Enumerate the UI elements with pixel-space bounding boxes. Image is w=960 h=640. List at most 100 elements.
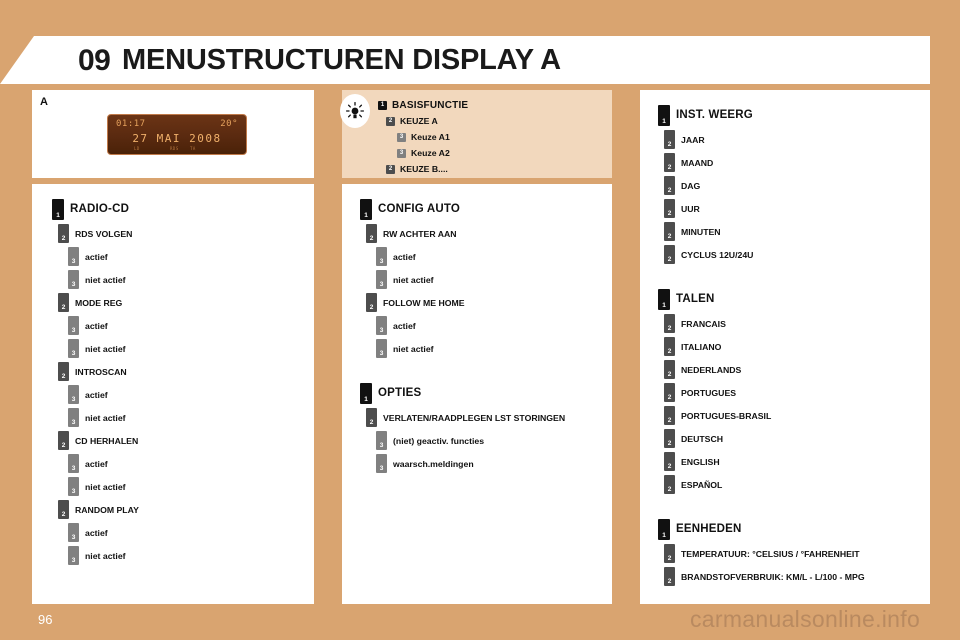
menu-section-talen[interactable]: 1 TALEN <box>648 286 938 312</box>
menu-item-label: ENGLISH <box>681 456 720 467</box>
menu-item-label: waarsch.meldingen <box>393 458 474 469</box>
menu-item[interactable]: 2 RANDOM PLAY <box>42 498 324 521</box>
menu-item[interactable]: 3 niet actief <box>42 337 324 360</box>
menu-item[interactable]: 3 actief <box>350 245 620 268</box>
menu-item[interactable]: 2 ITALIANO <box>648 335 938 358</box>
menu-item[interactable]: 2 BRANDSTOFVERBRUIK: KM/L - L/100 - MPG <box>648 565 938 588</box>
level-3-badge: 3 <box>68 339 79 358</box>
level-3-badge: 3 <box>376 247 387 266</box>
level-2-badge: 2 <box>664 314 675 333</box>
menu-item[interactable]: 3 niet actief <box>42 268 324 291</box>
menu-item[interactable]: 2 JAAR <box>648 128 938 151</box>
menu-item-label: niet actief <box>393 274 434 285</box>
left-menu-panel: 1 RADIO-CD 2 RDS VOLGEN 3 actief 3 niet actief 2… <box>32 184 314 604</box>
menu-section-radio-cd[interactable]: 1 RADIO-CD <box>42 196 324 222</box>
level-2-badge: 2 <box>58 293 69 312</box>
level-3-badge: 3 <box>68 546 79 565</box>
menu-item[interactable]: 2 FOLLOW ME HOME <box>350 291 620 314</box>
level-3-badge: 3 <box>397 132 406 142</box>
level-3-badge: 3 <box>68 454 79 473</box>
menu-item[interactable]: 3 actief <box>42 314 324 337</box>
menu-item[interactable]: 2 MINUTEN <box>648 220 938 243</box>
menu-item[interactable]: 2 CYCLUS 12U/24U <box>648 243 938 266</box>
menu-item[interactable]: 2 PORTUGUES-BRASIL <box>648 404 938 427</box>
menu-section-eenheden[interactable]: 1 EENHEDEN <box>648 516 938 542</box>
menu-item-label: actief <box>85 251 108 262</box>
menu-item[interactable]: 3 actief <box>42 452 324 475</box>
level-1-badge: 1 <box>658 104 670 126</box>
menu-item[interactable]: 2 CD HERHALEN <box>42 429 324 452</box>
menu-item[interactable]: 3 niet actief <box>42 544 324 567</box>
lcd-indicator-rds: RDS <box>170 146 179 151</box>
menu-item[interactable]: 2 TEMPERATUUR: °CELSIUS / °FAHRENHEIT <box>648 542 938 565</box>
menu-item-label: OPTIES <box>378 387 422 399</box>
menu-item-label: RDS VOLGEN <box>75 228 133 239</box>
middle-menu-tree: 1 CONFIG AUTO 2 RW ACHTER AAN 3 actief 3 niet a… <box>342 184 620 475</box>
menu-item[interactable]: 3 niet actief <box>42 406 324 429</box>
menu-item[interactable]: 2 ESPAÑOL <box>648 473 938 496</box>
menu-item[interactable]: 3 actief <box>350 314 620 337</box>
menu-item-label: niet actief <box>85 274 126 285</box>
menu-item[interactable]: 3 niet actief <box>350 337 620 360</box>
menu-item[interactable]: 2 RDS VOLGEN <box>42 222 324 245</box>
menu-item-label: INTROSCAN <box>75 366 127 377</box>
legend-item[interactable]: 2 KEUZE A <box>378 113 468 129</box>
menu-item[interactable]: 2 INTROSCAN <box>42 360 324 383</box>
menu-item[interactable]: 2 MAAND <box>648 151 938 174</box>
menu-item[interactable]: 3 actief <box>42 383 324 406</box>
menu-item[interactable]: 3 niet actief <box>42 475 324 498</box>
menu-item-label: BASISFUNCTIE <box>392 99 469 111</box>
level-1-badge: 1 <box>360 198 372 220</box>
level-2-badge: 2 <box>366 408 377 427</box>
menu-item[interactable]: 2 RW ACHTER AAN <box>350 222 620 245</box>
menu-item-label: FOLLOW ME HOME <box>383 297 465 308</box>
menu-item[interactable]: 3 (niet) geactiv. functies <box>350 429 620 452</box>
menu-item-label: (niet) geactiv. functies <box>393 435 485 446</box>
menu-item[interactable]: 2 NEDERLANDS <box>648 358 938 381</box>
lcd-temperature: 20° <box>220 119 238 129</box>
menu-item-label: actief <box>393 320 416 331</box>
menu-item[interactable]: 3 actief <box>42 245 324 268</box>
menu-item-label: actief <box>85 527 108 538</box>
menu-item[interactable]: 2 PORTUGUES <box>648 381 938 404</box>
menu-item[interactable]: 2 ENGLISH <box>648 450 938 473</box>
menu-item[interactable]: 3 niet actief <box>350 268 620 291</box>
menu-item[interactable]: 2 DAG <box>648 174 938 197</box>
menu-item-label: EENHEDEN <box>676 523 742 535</box>
level-3-badge: 3 <box>68 477 79 496</box>
menu-item-label: DEUTSCH <box>681 433 723 444</box>
menu-item[interactable]: 3 waarsch.meldingen <box>350 452 620 475</box>
menu-item-label: KEUZE A <box>400 116 438 126</box>
level-1-badge: 1 <box>378 100 387 110</box>
level-2-badge: 2 <box>664 544 675 563</box>
menu-item[interactable]: 2 VERLATEN/RAADPLEGEN LST STORINGEN <box>350 406 620 429</box>
menu-item[interactable]: 2 MODE REG <box>42 291 324 314</box>
legend-item[interactable]: 3 Keuze A2 <box>378 145 468 161</box>
menu-item-label: niet actief <box>85 343 126 354</box>
menu-section-inst-weerg[interactable]: 1 INST. WEERG <box>648 102 938 128</box>
legend-item[interactable]: 1 BASISFUNCTIE <box>378 97 468 113</box>
menu-item[interactable]: 2 UUR <box>648 197 938 220</box>
menu-item[interactable]: 3 actief <box>42 521 324 544</box>
menu-item[interactable]: 2 FRANCAIS <box>648 312 938 335</box>
menu-item-label: PORTUGUES-BRASIL <box>681 410 772 421</box>
level-2-badge: 2 <box>664 475 675 494</box>
lcd-date: 27 MAI 2008 <box>132 132 222 145</box>
right-menu-tree: 1 INST. WEERG 2 JAAR 2 MAAND 2 DAG 2 UUR 2 MINUTEN 2… <box>640 90 938 588</box>
menu-item-label: JAAR <box>681 134 705 145</box>
menu-item-label: BRANDSTOFVERBRUIK: KM/L - L/100 - MPG <box>681 571 865 582</box>
legend-item[interactable]: 2 KEUZE B.... <box>378 161 468 177</box>
menu-item-label: CYCLUS 12U/24U <box>681 249 754 260</box>
level-3-badge: 3 <box>68 408 79 427</box>
menu-section-opties[interactable]: 1 OPTIES <box>350 380 620 406</box>
menu-item-label: KEUZE B.... <box>400 164 448 174</box>
menu-section-config-auto[interactable]: 1 CONFIG AUTO <box>350 196 620 222</box>
level-2-badge: 2 <box>58 431 69 450</box>
legend-item[interactable]: 3 Keuze A1 <box>378 129 468 145</box>
level-2-badge: 2 <box>664 452 675 471</box>
level-3-badge: 3 <box>68 385 79 404</box>
menu-item-label: NEDERLANDS <box>681 364 742 375</box>
menu-item[interactable]: 2 DEUTSCH <box>648 427 938 450</box>
level-3-badge: 3 <box>376 339 387 358</box>
